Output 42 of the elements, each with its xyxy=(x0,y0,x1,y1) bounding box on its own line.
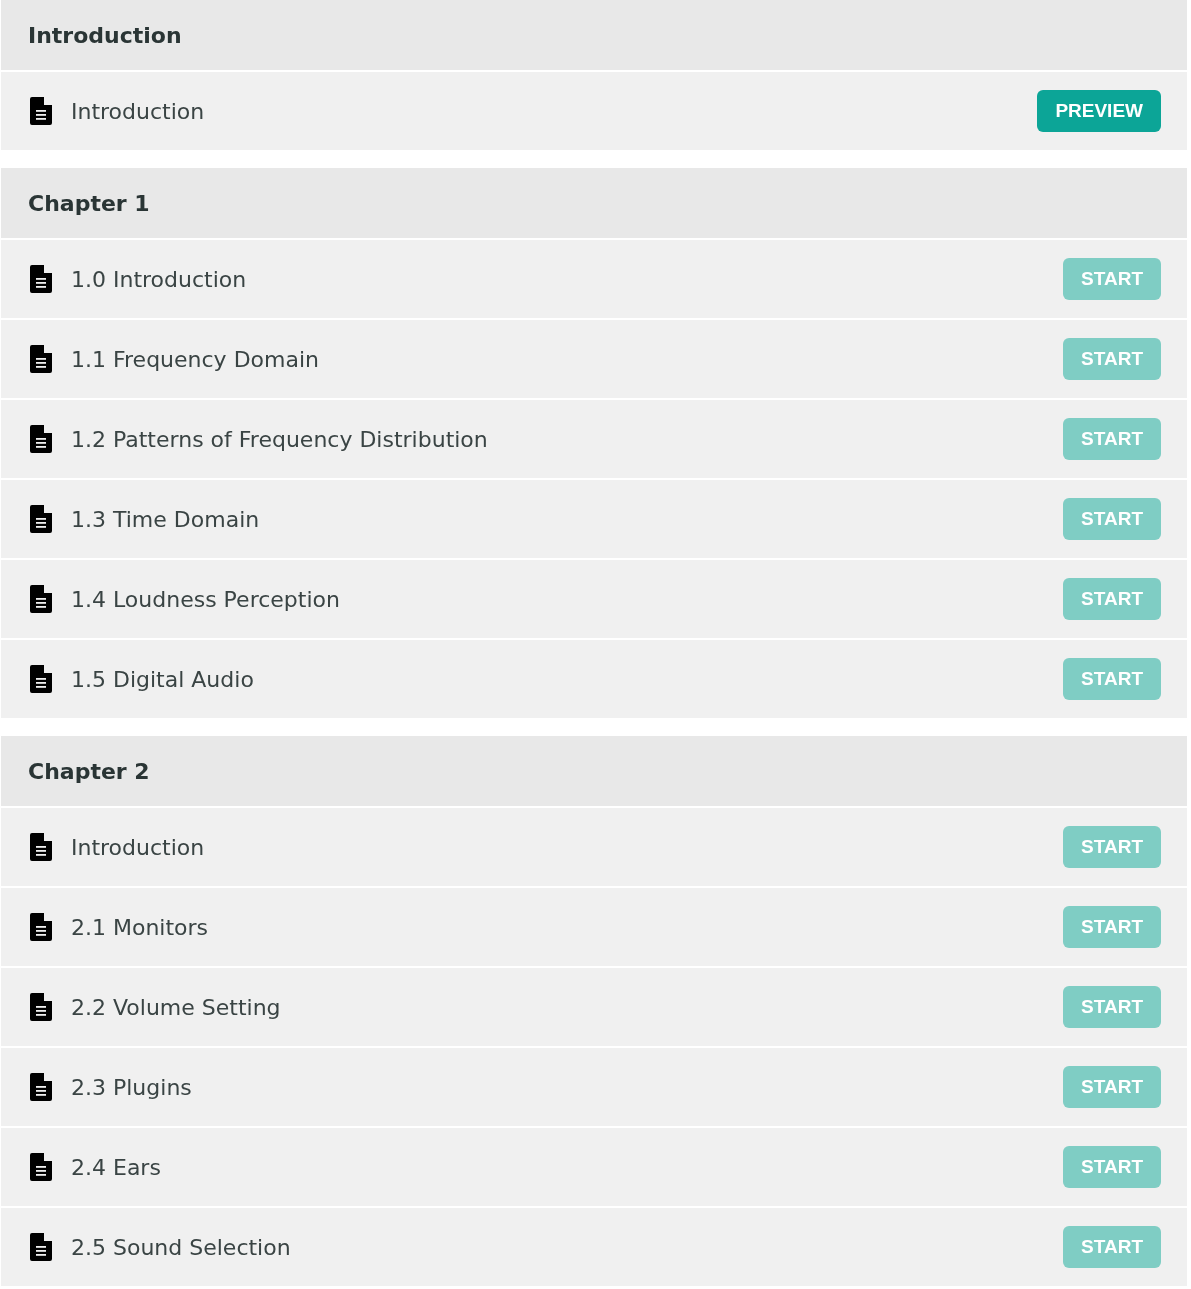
document-icon xyxy=(30,1153,52,1181)
lecture-row[interactable]: 1.1 Frequency Domain START xyxy=(1,320,1187,400)
document-icon xyxy=(30,265,52,293)
lecture-title: Introduction xyxy=(71,98,206,124)
lecture-title: 1.5 Digital Audio xyxy=(71,666,255,692)
lecture-title: 1.4 Loudness Perception xyxy=(71,586,341,612)
document-icon xyxy=(30,665,52,693)
lecture-row[interactable]: 1.0 Introduction START xyxy=(1,240,1187,320)
document-icon xyxy=(30,345,52,373)
section-title: Chapter 1 xyxy=(28,190,150,216)
section-title: Chapter 2 xyxy=(28,758,150,784)
section-title: Introduction xyxy=(28,22,182,48)
lecture-title: 2.4 Ears xyxy=(71,1154,162,1180)
lecture-title: 1.2 Patterns of Frequency Distribution xyxy=(71,426,489,452)
document-icon xyxy=(30,1073,52,1101)
lecture-row[interactable]: Introduction START xyxy=(1,808,1187,888)
document-icon xyxy=(30,913,52,941)
lecture-row[interactable]: 2.2 Volume Setting START xyxy=(1,968,1187,1048)
lecture-title: 1.0 Introduction xyxy=(71,266,248,292)
document-icon xyxy=(30,993,52,1021)
lecture-title: 1.1 Frequency Domain xyxy=(71,346,320,372)
lecture-row[interactable]: 2.3 Plugins START xyxy=(1,1048,1187,1128)
lecture-row[interactable]: 1.4 Loudness Perception START xyxy=(1,560,1187,640)
lecture-row[interactable]: 2.5 Sound Selection START xyxy=(1,1208,1187,1286)
document-icon xyxy=(30,585,52,613)
lecture-row[interactable]: 2.4 Ears START xyxy=(1,1128,1187,1208)
lecture-row[interactable]: 1.2 Patterns of Frequency Distribution START xyxy=(1,400,1187,480)
document-icon xyxy=(30,833,52,861)
lecture-row[interactable]: 2.1 Monitors START xyxy=(1,888,1187,968)
lecture-title: 1.3 Time Domain xyxy=(71,506,261,532)
document-icon xyxy=(30,97,52,125)
document-icon xyxy=(30,505,52,533)
lecture-title: 2.3 Plugins xyxy=(71,1074,193,1100)
document-icon xyxy=(30,425,52,453)
lecture-row[interactable]: 1.3 Time Domain START xyxy=(1,480,1187,560)
lecture-row[interactable]: 1.5 Digital Audio START xyxy=(1,640,1187,718)
lecture-row[interactable]: Introduction PREVIEW xyxy=(1,72,1187,150)
lecture-title: 2.2 Volume Setting xyxy=(71,994,282,1020)
lecture-title: 2.5 Sound Selection xyxy=(71,1234,292,1260)
document-icon xyxy=(30,1233,52,1261)
lecture-title: Introduction xyxy=(71,834,206,860)
lecture-title: 2.1 Monitors xyxy=(71,914,210,940)
